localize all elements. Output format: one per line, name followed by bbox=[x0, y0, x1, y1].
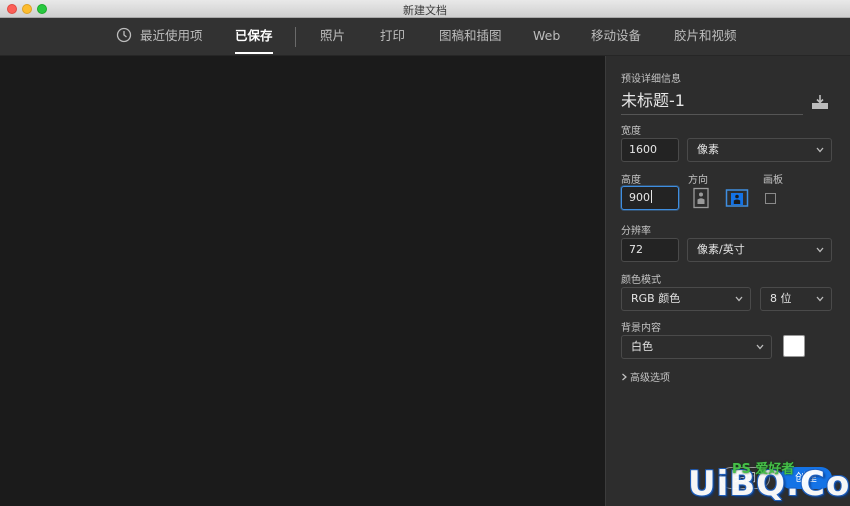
watermark: UiBQ.CoM PS 爱好者 bbox=[688, 462, 850, 506]
document-name-input[interactable]: 未标题-1 bbox=[621, 90, 803, 115]
color-mode-label: 颜色模式 bbox=[621, 275, 661, 286]
tab-film-video[interactable]: 胶片和视频 bbox=[674, 18, 737, 55]
tab-art-illustration-label: 图稿和插图 bbox=[439, 28, 502, 43]
landscape-orientation-icon[interactable] bbox=[725, 187, 749, 209]
chevron-down-icon bbox=[816, 247, 824, 253]
artboard-checkbox[interactable] bbox=[765, 193, 776, 204]
portrait-orientation-icon[interactable] bbox=[691, 187, 711, 209]
tab-recent-label: 最近使用项 bbox=[140, 28, 203, 43]
tab-photo[interactable]: 照片 bbox=[320, 18, 345, 55]
preset-list-area bbox=[0, 56, 605, 506]
color-mode-select[interactable]: RGB 颜色 bbox=[621, 287, 751, 311]
tab-print[interactable]: 打印 bbox=[380, 18, 405, 55]
chevron-right-icon bbox=[622, 373, 627, 381]
background-value: 白色 bbox=[631, 340, 653, 353]
tab-photo-label: 照片 bbox=[320, 28, 346, 43]
background-select[interactable]: 白色 bbox=[621, 335, 772, 359]
preset-details-title: 预设详细信息 bbox=[621, 74, 681, 85]
tab-saved-label: 已保存 bbox=[235, 28, 273, 43]
orientation-label: 方向 bbox=[688, 175, 708, 186]
width-unit-select[interactable]: 像素 bbox=[687, 138, 832, 162]
chevron-down-icon bbox=[735, 296, 743, 302]
resolution-unit-select[interactable]: 像素/英寸 bbox=[687, 238, 832, 262]
background-color-swatch[interactable] bbox=[783, 335, 805, 357]
watermark-badge: PS 爱好者 bbox=[732, 462, 795, 477]
width-input[interactable]: 1600 bbox=[621, 138, 679, 162]
resolution-input[interactable]: 72 bbox=[621, 238, 679, 262]
tab-web-label: Web bbox=[533, 28, 561, 43]
chevron-down-icon bbox=[816, 147, 824, 153]
bit-depth-select[interactable]: 8 位 bbox=[760, 287, 832, 311]
tab-recent[interactable]: 最近使用项 bbox=[116, 18, 203, 55]
chevron-down-icon bbox=[816, 296, 824, 302]
width-unit-value: 像素 bbox=[697, 143, 719, 156]
clock-icon bbox=[116, 27, 132, 43]
preset-tab-bar: 最近使用项 已保存 照片 打印 图稿和插图 Web 移动设备 胶片和视频 bbox=[0, 18, 850, 56]
tab-web[interactable]: Web bbox=[533, 18, 560, 55]
tab-film-video-label: 胶片和视频 bbox=[674, 28, 737, 43]
tab-divider bbox=[295, 27, 296, 47]
tab-saved[interactable]: 已保存 bbox=[235, 18, 273, 55]
height-input[interactable]: 900 bbox=[621, 186, 679, 210]
advanced-options-label: 高级选项 bbox=[630, 373, 670, 384]
bit-depth-value: 8 位 bbox=[770, 292, 792, 305]
background-label: 背景内容 bbox=[621, 323, 661, 334]
tab-mobile[interactable]: 移动设备 bbox=[591, 18, 641, 55]
height-label: 高度 bbox=[621, 175, 641, 186]
color-mode-value: RGB 颜色 bbox=[631, 292, 681, 305]
resolution-label: 分辨率 bbox=[621, 226, 651, 237]
window-titlebar: 新建文档 bbox=[0, 0, 850, 18]
preset-details-panel: 预设详细信息 未标题-1 宽度 1600 像素 高度 方向 画板 900 分辨率… bbox=[605, 56, 850, 506]
advanced-options-toggle[interactable]: 高级选项 bbox=[621, 369, 670, 384]
chevron-down-icon bbox=[756, 344, 764, 350]
artboard-label: 画板 bbox=[763, 175, 783, 186]
height-value: 900 bbox=[629, 191, 650, 204]
tab-print-label: 打印 bbox=[380, 28, 406, 43]
width-label: 宽度 bbox=[621, 126, 641, 137]
window-title: 新建文档 bbox=[403, 4, 447, 17]
text-caret bbox=[651, 190, 652, 203]
tab-art-illustration[interactable]: 图稿和插图 bbox=[439, 18, 502, 55]
tab-mobile-label: 移动设备 bbox=[591, 28, 642, 43]
save-preset-icon[interactable] bbox=[811, 94, 829, 110]
resolution-unit-value: 像素/英寸 bbox=[697, 243, 745, 256]
